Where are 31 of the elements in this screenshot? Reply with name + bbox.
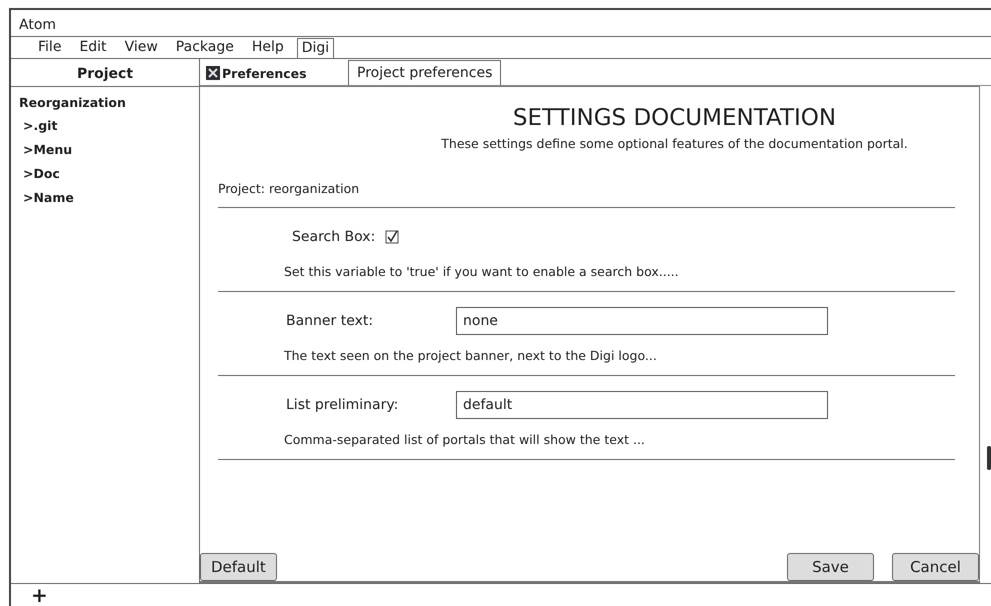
setting-label: Search Box: bbox=[292, 229, 376, 245]
cancel-button[interactable]: Cancel bbox=[892, 553, 979, 581]
project-label: Project: reorganization bbox=[218, 181, 955, 208]
setting-description: Set this variable to 'true' if you want to enable a search box..... bbox=[284, 264, 680, 279]
sidebar-title: Project bbox=[11, 62, 199, 87]
add-button[interactable]: + bbox=[31, 585, 48, 605]
menubar-entry[interactable]: View bbox=[116, 38, 167, 57]
tree-root[interactable]: Reorganization bbox=[11, 87, 199, 114]
setting-description: The text seen on the project banner, next to the Digi logo... bbox=[284, 348, 658, 363]
setting-description: Comma-separated list of portals that will show the text ... bbox=[284, 432, 646, 447]
text-field[interactable]: none bbox=[456, 307, 828, 335]
page-heading: SETTINGS DOCUMENTATION bbox=[512, 105, 838, 131]
menubar-entry[interactable]: Edit bbox=[70, 38, 116, 57]
folder-item[interactable]: >Menu bbox=[11, 138, 199, 162]
default-button[interactable]: Default bbox=[200, 553, 277, 581]
tab[interactable]: Preferences bbox=[206, 61, 348, 85]
folder-item[interactable]: >Doc bbox=[11, 162, 199, 186]
page-subheading: These settings define some optional features of the documentation portal. bbox=[440, 136, 909, 151]
tab[interactable]: Project preferences bbox=[348, 60, 502, 85]
menubar-entry[interactable]: Digi bbox=[296, 38, 334, 58]
setting-label: List preliminary: bbox=[286, 397, 400, 413]
checkbox[interactable] bbox=[385, 230, 400, 244]
folder-item[interactable]: >Name bbox=[11, 186, 199, 210]
save-button[interactable]: Save bbox=[787, 553, 874, 581]
folder-item[interactable]: >.git bbox=[11, 114, 199, 138]
menubar-entry[interactable]: Help bbox=[242, 38, 293, 57]
setting-label: Banner text: bbox=[286, 313, 374, 329]
menubar-entry[interactable]: File bbox=[29, 38, 70, 57]
text-field[interactable]: default bbox=[456, 391, 828, 419]
menubar-entry[interactable]: Package bbox=[166, 38, 243, 57]
window-title: Atom bbox=[11, 10, 991, 37]
